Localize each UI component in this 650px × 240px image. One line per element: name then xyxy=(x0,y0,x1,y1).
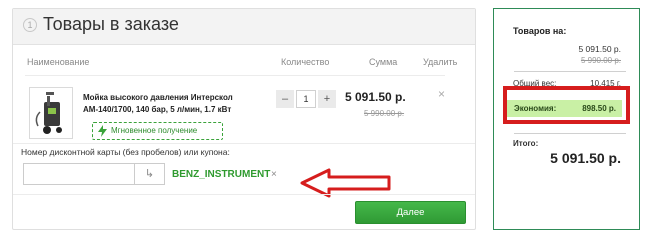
product-image[interactable] xyxy=(29,87,73,139)
items-total-value: 5 091.50 р. xyxy=(578,44,621,54)
instant-pickup-badge[interactable]: Мгновенное получение xyxy=(92,122,223,140)
column-sum: Сумма xyxy=(369,57,398,67)
item-price: 5 091.50 р. xyxy=(345,90,406,104)
grand-total-value: 5 091.50 р. xyxy=(550,150,621,166)
items-old-total-value: 5 990.00 р. xyxy=(580,56,621,65)
product-name-link[interactable]: Мойка высокого давления Интерскол АМ-140… xyxy=(83,92,275,116)
items-total-label: Товаров на: xyxy=(513,26,567,36)
row-divider xyxy=(13,143,475,144)
footer-divider xyxy=(13,194,475,195)
discount-card-label: Номер дисконтной карты (без пробелов) ил… xyxy=(21,147,230,157)
column-name: Наименование xyxy=(27,57,90,67)
step-number-badge: 1 xyxy=(23,18,37,32)
column-qty: Количество xyxy=(281,57,330,67)
item-old-price: 5 990.00 р. xyxy=(364,109,405,118)
grand-total-label: Итого: xyxy=(513,139,539,148)
lightning-icon xyxy=(98,125,107,137)
annotation-highlight-box xyxy=(503,86,630,124)
next-button[interactable]: Далее xyxy=(355,201,466,224)
quantity-decrease-button[interactable]: – xyxy=(276,90,294,108)
column-remove: Удалить xyxy=(423,57,458,67)
apply-coupon-button[interactable]: ↳ xyxy=(135,163,165,185)
instant-pickup-label: Мгновенное получение xyxy=(111,126,198,135)
remove-coupon-button[interactable]: × xyxy=(271,169,277,180)
header-divider xyxy=(25,75,445,76)
order-items-panel: 1 Товары в заказе Наименование Количеств… xyxy=(12,8,476,230)
discount-card-input[interactable] xyxy=(23,163,135,185)
panel-header: 1 Товары в заказе xyxy=(13,9,475,45)
page-title: Товары в заказе xyxy=(43,14,179,34)
summary-divider xyxy=(514,71,626,72)
quantity-input[interactable]: 1 xyxy=(296,90,316,108)
applied-coupon-code: BENZ_INSTRUMENT xyxy=(172,169,271,180)
pressure-washer-icon xyxy=(35,92,62,134)
summary-divider xyxy=(514,133,626,134)
quantity-stepper: – 1 + xyxy=(276,90,336,108)
quantity-increase-button[interactable]: + xyxy=(318,90,336,108)
remove-item-button[interactable]: × xyxy=(438,87,445,101)
